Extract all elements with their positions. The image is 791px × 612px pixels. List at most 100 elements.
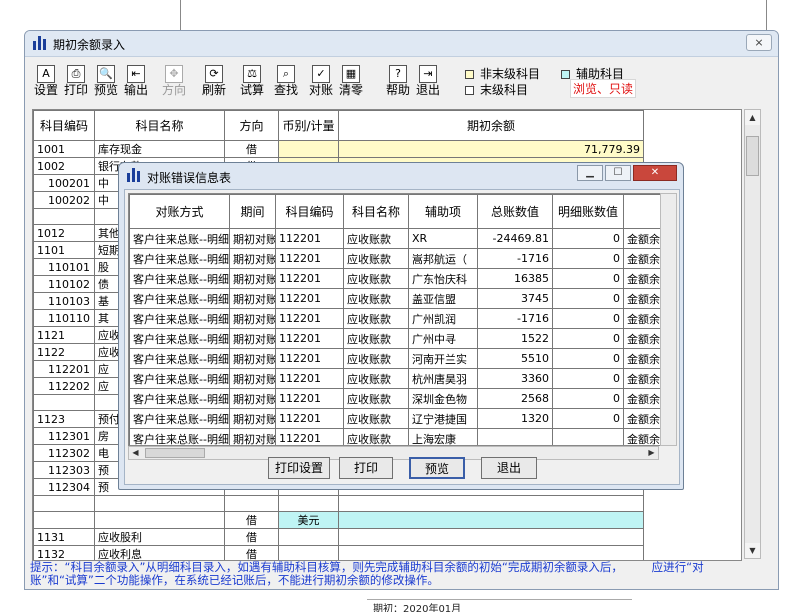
cell-code[interactable]: 112202: [33, 377, 95, 395]
error-cell-period[interactable]: 期初对账: [229, 328, 276, 349]
cell-code[interactable]: [33, 208, 95, 225]
error-cell-aux[interactable]: 盖亚信盟: [408, 288, 478, 309]
error-cell-total[interactable]: -24469.81: [477, 228, 553, 249]
cell-cur[interactable]: [278, 528, 339, 546]
toolbar-button-1[interactable]: ⎙ 打印: [61, 63, 91, 101]
cell-code[interactable]: 112303: [33, 461, 95, 479]
cell-code[interactable]: 110102: [33, 275, 95, 293]
cell-cur[interactable]: 美元: [278, 511, 339, 529]
scroll-up-icon[interactable]: ▲: [745, 110, 760, 125]
error-row[interactable]: 客户往来总账--明细账 期初对账 112201 应收账款 广州凯润 -1716 0 金额余额: [129, 308, 676, 329]
error-cell-period[interactable]: 期初对账: [229, 308, 276, 329]
cell-name[interactable]: 库存现金: [94, 140, 225, 158]
error-cell-code[interactable]: 112201: [275, 368, 344, 389]
cell-code[interactable]: 1123: [33, 410, 95, 428]
error-cell-code[interactable]: 112201: [275, 248, 344, 269]
error-cell-detail[interactable]: 0: [552, 408, 624, 429]
error-cell-mode[interactable]: 客户往来总账--明细账: [129, 368, 230, 389]
error-cell-total[interactable]: [477, 428, 553, 445]
cell-code[interactable]: 112302: [33, 444, 95, 462]
error-grid-hscroll[interactable]: ◀ ▶: [128, 446, 659, 460]
print-button[interactable]: 打印: [339, 457, 393, 479]
cell-name[interactable]: 应收股利: [94, 528, 225, 546]
cell-bal[interactable]: [338, 545, 644, 560]
cell-name[interactable]: [94, 511, 225, 529]
error-cell-name[interactable]: 应收账款: [343, 268, 409, 289]
cell-bal[interactable]: [338, 528, 644, 546]
error-cell-period[interactable]: 期初对账: [229, 348, 276, 369]
error-cell-aux[interactable]: 广东怡庆科: [408, 268, 478, 289]
error-column-header[interactable]: 辅助项: [408, 194, 478, 229]
error-cell-detail[interactable]: 0: [552, 308, 624, 329]
cell-code[interactable]: 100202: [33, 191, 95, 209]
error-cell-total[interactable]: 16385: [477, 268, 553, 289]
error-cell-name[interactable]: 应收账款: [343, 228, 409, 249]
cell-code[interactable]: 1122: [33, 343, 95, 361]
cell-code[interactable]: 1002: [33, 157, 95, 175]
error-cell-code[interactable]: 112201: [275, 388, 344, 409]
table-row[interactable]: 1131 应收股利借: [33, 528, 644, 546]
toolbar-button-9[interactable]: ▦ 清零: [336, 63, 366, 101]
toolbar-button-2[interactable]: 🔍 预览: [91, 63, 121, 101]
cell-dir[interactable]: 借: [224, 545, 279, 560]
toolbar-button-3[interactable]: ⇤ 输出: [121, 63, 151, 101]
cell-dir[interactable]: 借: [224, 140, 279, 158]
error-row[interactable]: 客户往来总账--明细账 期初对账 112201 应收账款 河南开兰实 5510 0 金额余额: [129, 348, 676, 369]
error-cell-detail[interactable]: 0: [552, 348, 624, 369]
error-cell-mode[interactable]: 客户往来总账--明细账: [129, 408, 230, 429]
error-cell-total[interactable]: 3360: [477, 368, 553, 389]
error-cell-code[interactable]: 112201: [275, 228, 344, 249]
toolbar-button-11[interactable]: ⇥ 退出: [413, 63, 443, 101]
error-cell-aux[interactable]: 上海宏康: [408, 428, 478, 445]
error-cell-aux[interactable]: 嵩邦航运（: [408, 248, 478, 269]
error-cell-aux[interactable]: 广州凯润: [408, 308, 478, 329]
cell-code[interactable]: 110110: [33, 309, 95, 327]
column-header[interactable]: 科目名称: [94, 110, 225, 141]
error-cell-name[interactable]: 应收账款: [343, 328, 409, 349]
error-row[interactable]: 客户往来总账--明细账 期初对账 112201 应收账款 广东怡庆科 16385 0 金额余额: [129, 268, 676, 289]
error-cell-name[interactable]: 应收账款: [343, 288, 409, 309]
error-cell-aux[interactable]: 辽宁港捷国: [408, 408, 478, 429]
error-column-header[interactable]: 科目名称: [343, 194, 409, 229]
vertical-scrollbar[interactable]: ▲ ▼: [744, 109, 761, 559]
error-row[interactable]: 客户往来总账--明细账 期初对账 112201 应收账款 盖亚信盟 3745 0 金额余额: [129, 288, 676, 309]
toolbar-button-8[interactable]: ✓ 对账: [306, 63, 336, 101]
column-header[interactable]: 期初余额: [338, 110, 644, 141]
hscroll-thumb[interactable]: [145, 448, 205, 458]
error-cell-name[interactable]: 应收账款: [343, 368, 409, 389]
error-grid-vscroll[interactable]: [660, 193, 677, 446]
error-cell-code[interactable]: 112201: [275, 328, 344, 349]
error-cell-name[interactable]: 应收账款: [343, 248, 409, 269]
error-cell-aux[interactable]: 杭州唐昊羽: [408, 368, 478, 389]
close-button[interactable]: ⨯: [746, 34, 772, 51]
error-column-header[interactable]: 总账数值: [477, 194, 553, 229]
cell-code[interactable]: 1001: [33, 140, 95, 158]
error-cell-name[interactable]: 应收账款: [343, 408, 409, 429]
error-cell-period[interactable]: 期初对账: [229, 408, 276, 429]
error-cell-mode[interactable]: 客户往来总账--明细账: [129, 228, 230, 249]
error-row[interactable]: 客户往来总账--明细账 期初对账 112201 应收账款 XR -24469.81 0 金额余…: [129, 228, 676, 249]
error-cell-period[interactable]: 期初对账: [229, 368, 276, 389]
cell-bal[interactable]: [338, 511, 644, 529]
error-cell-period[interactable]: 期初对账: [229, 288, 276, 309]
error-cell-period[interactable]: 期初对账: [229, 428, 276, 445]
cell-code[interactable]: [33, 394, 95, 411]
error-cell-code[interactable]: 112201: [275, 288, 344, 309]
cell-code[interactable]: [33, 495, 95, 512]
error-row[interactable]: 客户往来总账--明细账 期初对账 112201 应收账款 广州中寻 1522 0 金额余额: [129, 328, 676, 349]
exit-button[interactable]: 退出: [481, 457, 537, 479]
error-cell-detail[interactable]: [552, 428, 624, 445]
minimize-button[interactable]: ▁: [577, 165, 603, 181]
error-cell-total[interactable]: -1716: [477, 308, 553, 329]
cell-code[interactable]: 1131: [33, 528, 95, 546]
error-cell-code[interactable]: 112201: [275, 268, 344, 289]
cell-code[interactable]: 112301: [33, 427, 95, 445]
table-row[interactable]: [33, 495, 644, 512]
error-cell-mode[interactable]: 客户往来总账--明细账: [129, 428, 230, 445]
table-row[interactable]: 1001 库存现金借 71,779.39: [33, 140, 644, 158]
error-cell-total[interactable]: 1522: [477, 328, 553, 349]
column-header[interactable]: 科目编码: [33, 110, 95, 141]
error-cell-total[interactable]: 2568: [477, 388, 553, 409]
error-cell-mode[interactable]: 客户往来总账--明细账: [129, 248, 230, 269]
cell-code[interactable]: 1012: [33, 224, 95, 242]
